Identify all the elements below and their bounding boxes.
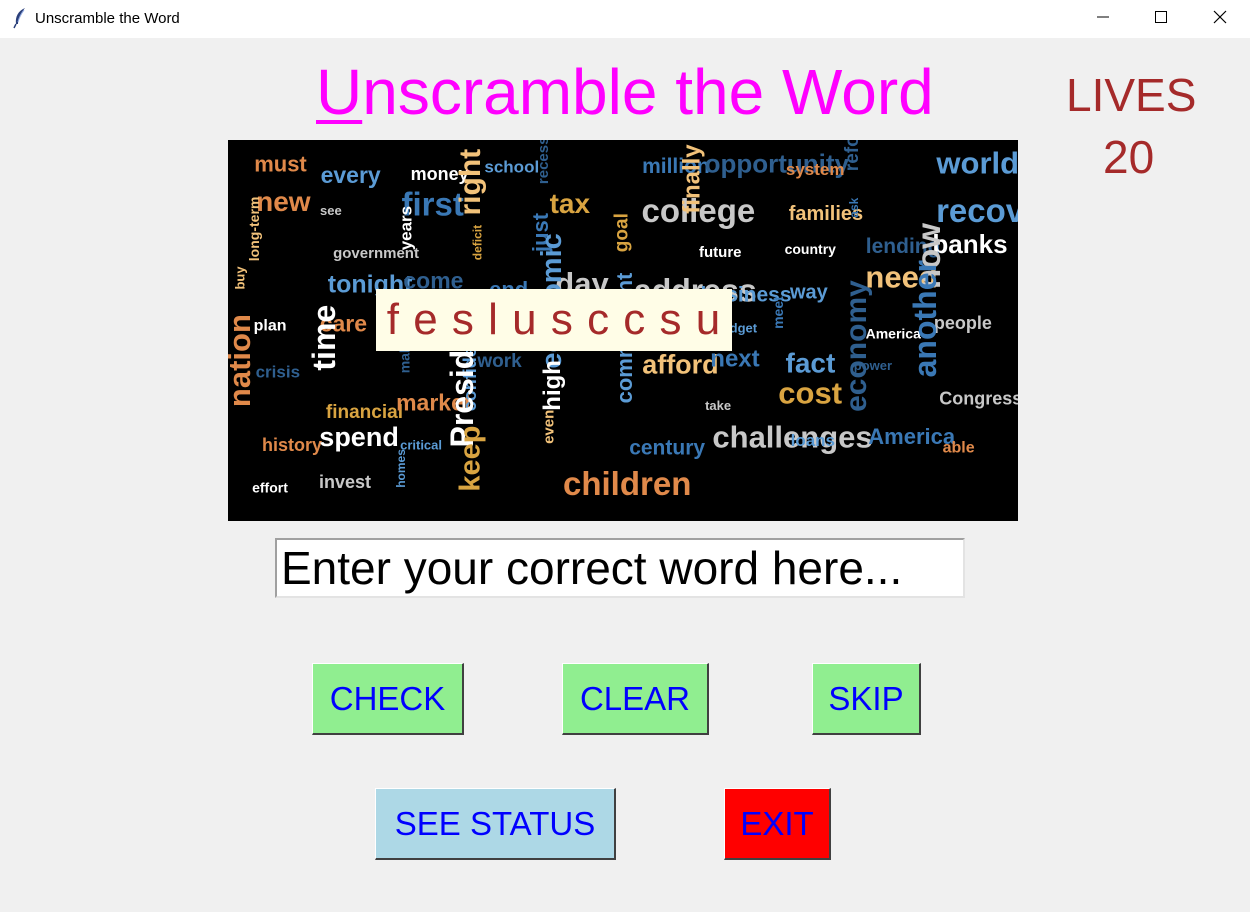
- word-cloud-word: Congress: [939, 388, 1018, 408]
- window-title: Unscramble the Word: [35, 10, 180, 27]
- word-cloud-word: buy: [232, 266, 247, 290]
- word-cloud-word: work: [476, 351, 522, 372]
- word-cloud-word: finally: [679, 144, 706, 214]
- word-cloud-word: century: [629, 437, 705, 460]
- word-cloud-word: goal: [612, 213, 633, 252]
- word-cloud-word: future: [699, 244, 742, 261]
- word-cloud-word: years: [397, 206, 416, 250]
- word-cloud-word: history: [262, 435, 322, 455]
- check-button[interactable]: CHECK: [312, 663, 464, 735]
- word-cloud-word: economy: [840, 280, 873, 412]
- word-cloud-word: deficit: [471, 225, 485, 260]
- word-cloud-word: ask: [847, 197, 861, 217]
- word-cloud-word: take: [705, 398, 731, 413]
- word-cloud-word: every: [321, 162, 381, 188]
- word-cloud-word: system: [786, 160, 845, 179]
- word-cloud-word: tax: [550, 188, 591, 219]
- word-cloud-word: invest: [319, 472, 371, 492]
- feather-icon: [12, 7, 28, 29]
- word-cloud-word: country: [785, 241, 837, 257]
- word-cloud-word: spend: [319, 422, 399, 452]
- word-cloud-word: crisis: [256, 363, 300, 382]
- word-cloud-word: homes: [394, 449, 408, 488]
- lives-count: 20: [1103, 131, 1155, 183]
- word-cloud-word: fact: [786, 347, 836, 378]
- word-cloud-word: recovery: [936, 192, 1018, 229]
- word-cloud-word: must: [254, 152, 307, 177]
- word-cloud-word: cost: [778, 375, 842, 410]
- word-cloud-word: reform: [842, 140, 863, 171]
- app-title: Unscramble the Word: [316, 55, 934, 129]
- answer-input[interactable]: [275, 538, 965, 598]
- see-status-button[interactable]: SEE STATUS: [375, 788, 616, 860]
- close-button[interactable]: [1191, 0, 1249, 38]
- word-cloud-word: new: [256, 186, 311, 217]
- word-cloud-word: effort: [252, 480, 288, 496]
- word-cloud-word: financial: [326, 402, 403, 423]
- exit-button[interactable]: EXIT: [724, 788, 831, 860]
- word-cloud-word: nation: [228, 314, 257, 407]
- word-cloud-word: right: [454, 149, 487, 216]
- minimize-icon: [1097, 10, 1109, 28]
- word-cloud-word: world: [935, 146, 1018, 181]
- word-cloud-word: high: [539, 360, 566, 411]
- word-cloud-word: meet: [770, 296, 786, 329]
- word-cloud-word: recession: [535, 140, 552, 184]
- close-icon: [1213, 10, 1227, 29]
- word-cloud-word: plan: [254, 317, 287, 334]
- word-cloud-word: afford: [642, 350, 719, 380]
- maximize-icon: [1155, 10, 1167, 28]
- word-cloud-word: loans: [791, 431, 835, 450]
- scrambled-word: f e s l u s c c s u: [376, 289, 732, 351]
- word-cloud-word: another: [907, 260, 943, 377]
- skip-button[interactable]: SKIP: [812, 663, 921, 735]
- minimize-button[interactable]: [1074, 0, 1132, 38]
- app-title-first-letter: U: [316, 56, 363, 128]
- maximize-button[interactable]: [1132, 0, 1190, 38]
- word-cloud-word: long-term: [246, 197, 262, 262]
- window-titlebar: Unscramble the Word: [0, 0, 1250, 38]
- word-cloud-word: able: [943, 440, 975, 457]
- word-cloud-word: time: [306, 305, 342, 371]
- word-cloud-word: children: [563, 465, 691, 502]
- lives-label: LIVES: [1066, 69, 1197, 121]
- word-cloud-word: school: [484, 157, 539, 176]
- word-cloud-word: see: [320, 203, 342, 218]
- word-cloud-word: way: [789, 281, 829, 303]
- word-cloud-word: keep: [455, 425, 487, 491]
- word-cloud-word: even: [541, 410, 558, 444]
- clear-button[interactable]: CLEAR: [562, 663, 709, 735]
- app-title-rest: nscramble the Word: [362, 56, 934, 128]
